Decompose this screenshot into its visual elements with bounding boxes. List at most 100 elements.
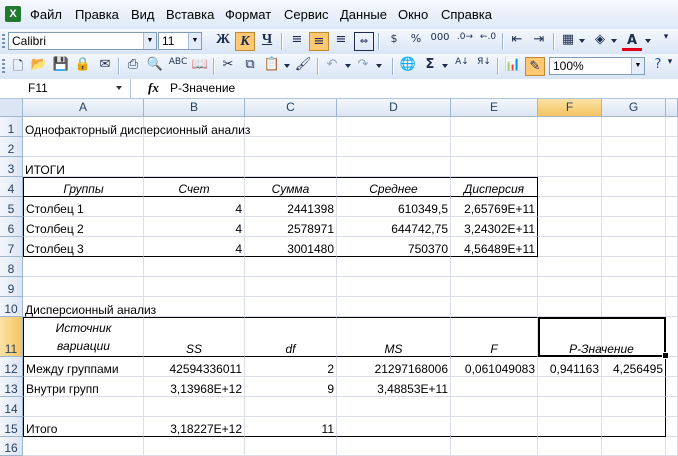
formula-input[interactable]: P-Значение bbox=[170, 81, 235, 95]
cell-d7[interactable]: 750370 bbox=[337, 237, 451, 257]
cell-g12[interactable]: 4,256495 bbox=[602, 357, 666, 377]
row-header-3[interactable]: 3 bbox=[0, 157, 23, 177]
open-icon[interactable]: 📂 bbox=[29, 57, 49, 76]
menu-help[interactable]: Справка bbox=[441, 7, 492, 22]
sort-descending-icon[interactable]: Я↓ bbox=[474, 57, 494, 76]
row-header-4[interactable]: 4 bbox=[0, 177, 23, 197]
cell-a1[interactable]: Однофакторный дисперсионный анализ bbox=[23, 117, 250, 137]
cell-b14[interactable] bbox=[144, 397, 245, 417]
cell-f13[interactable] bbox=[538, 377, 602, 397]
cell-f11-active[interactable]: P-Значение bbox=[538, 317, 666, 357]
menu-insert[interactable]: Вставка bbox=[166, 7, 214, 22]
chevron-down-icon[interactable] bbox=[376, 64, 382, 68]
cell-e7[interactable]: 4,56489E+11 bbox=[451, 237, 538, 257]
menu-window[interactable]: Окно bbox=[398, 7, 428, 22]
font-size-select[interactable]: 11 ▼ bbox=[158, 32, 202, 50]
menu-edit[interactable]: Правка bbox=[75, 7, 119, 22]
align-right-icon[interactable]: ≡ bbox=[331, 32, 351, 51]
cell-e13[interactable] bbox=[451, 377, 538, 397]
decrease-indent-icon[interactable]: ⇤ bbox=[507, 32, 527, 51]
chart-icon[interactable]: 📊 bbox=[503, 57, 523, 76]
cell-a7[interactable]: Столбец 3 bbox=[23, 237, 144, 257]
cell-a15[interactable]: Итого bbox=[23, 417, 144, 437]
paste-icon[interactable]: 📋 bbox=[262, 57, 282, 76]
chevron-down-icon[interactable]: ▼ bbox=[631, 58, 644, 74]
cell-c4[interactable]: Сумма bbox=[245, 177, 337, 197]
cell-b6[interactable]: 4 bbox=[144, 217, 245, 237]
new-icon[interactable]: 🗋 bbox=[8, 57, 28, 76]
cell-a13[interactable]: Внутри групп bbox=[23, 377, 144, 397]
chevron-down-icon[interactable] bbox=[442, 64, 448, 68]
row-header-15[interactable]: 15 bbox=[0, 417, 23, 437]
font-name-select[interactable]: Calibri ▼ bbox=[8, 32, 157, 50]
cell-e11[interactable]: F bbox=[451, 317, 538, 357]
chevron-down-icon[interactable] bbox=[611, 39, 617, 43]
italic-button[interactable]: К bbox=[235, 32, 255, 51]
row-header-8[interactable]: 8 bbox=[0, 257, 23, 277]
cell-b12[interactable]: 42594336011 bbox=[144, 357, 245, 377]
menu-tools[interactable]: Сервис bbox=[284, 7, 329, 22]
percent-button[interactable]: % bbox=[406, 32, 426, 51]
spelling-icon[interactable]: ABC bbox=[168, 57, 188, 76]
cell-b11[interactable]: SS bbox=[144, 317, 245, 357]
cell-e5[interactable]: 2,65769E+11 bbox=[451, 197, 538, 217]
toolbar-options-icon[interactable]: ▾ bbox=[656, 32, 676, 51]
cell-a3[interactable]: ИТОГИ bbox=[23, 157, 144, 177]
cell-f15[interactable] bbox=[538, 417, 602, 437]
cell-d4[interactable]: Среднее bbox=[337, 177, 451, 197]
cell-c12[interactable]: 2 bbox=[245, 357, 337, 377]
cell-c15[interactable]: 11 bbox=[245, 417, 337, 437]
row-header-6[interactable]: 6 bbox=[0, 217, 23, 237]
row-header-11[interactable]: 11 bbox=[0, 317, 23, 357]
column-header-b[interactable]: B bbox=[144, 99, 245, 117]
app-excel-icon[interactable]: X bbox=[5, 6, 21, 22]
cell-d15[interactable] bbox=[337, 417, 451, 437]
column-header-g[interactable]: G bbox=[602, 99, 666, 117]
cell-e4[interactable]: Дисперсия bbox=[451, 177, 538, 197]
drawing-icon[interactable]: ✎ bbox=[525, 57, 545, 76]
format-painter-icon[interactable]: 🖌 bbox=[293, 57, 313, 76]
cell-e14[interactable] bbox=[451, 397, 538, 417]
increase-indent-icon[interactable]: ⇥ bbox=[529, 32, 549, 51]
cell-a4[interactable]: Группы bbox=[23, 177, 144, 197]
cell-c6[interactable]: 2578971 bbox=[245, 217, 337, 237]
row-header-1[interactable]: 1 bbox=[0, 117, 23, 137]
chevron-down-icon[interactable] bbox=[345, 64, 351, 68]
cell-a10[interactable]: Дисперсионный анализ bbox=[23, 297, 156, 317]
worksheet-grid[interactable]: A B C D E F G 1 2 3 4 5 6 7 8 9 10 11 12… bbox=[0, 99, 678, 456]
cell-a6[interactable]: Столбец 2 bbox=[23, 217, 144, 237]
row-header-7[interactable]: 7 bbox=[0, 237, 23, 257]
row-header-5[interactable]: 5 bbox=[0, 197, 23, 217]
cell-d5[interactable]: 610349,5 bbox=[337, 197, 451, 217]
borders-icon[interactable]: ▦ bbox=[558, 32, 578, 51]
permission-icon[interactable]: 🔒 bbox=[73, 57, 93, 76]
column-header-c[interactable]: C bbox=[245, 99, 337, 117]
row-header-13[interactable]: 13 bbox=[0, 377, 23, 397]
thousands-button[interactable]: 000 bbox=[428, 32, 452, 51]
name-box[interactable]: F11 bbox=[0, 79, 131, 98]
research-icon[interactable]: 📖 bbox=[190, 57, 210, 76]
menu-file[interactable]: Файл bbox=[30, 7, 62, 22]
cell-b7[interactable]: 4 bbox=[144, 237, 245, 257]
toolbar-grip[interactable] bbox=[2, 59, 5, 74]
print-preview-icon[interactable]: 🔍 bbox=[145, 57, 165, 76]
autosum-button[interactable]: Σ bbox=[420, 57, 440, 76]
cell-e12[interactable]: 0,061049083 bbox=[451, 357, 538, 377]
cell-c13[interactable]: 9 bbox=[245, 377, 337, 397]
cell-c14[interactable] bbox=[245, 397, 337, 417]
cell-a12[interactable]: Между группами bbox=[23, 357, 144, 377]
cell-f12[interactable]: 0,941163 bbox=[538, 357, 602, 377]
cut-icon[interactable]: ✂ bbox=[218, 57, 238, 76]
row-header-10[interactable]: 10 bbox=[0, 297, 23, 317]
copy-icon[interactable]: ⧉ bbox=[240, 57, 260, 76]
zoom-select[interactable]: 100% ▼ bbox=[549, 57, 645, 75]
cell-e15[interactable] bbox=[451, 417, 538, 437]
cell-g15[interactable] bbox=[602, 417, 666, 437]
underline-button[interactable]: Ч bbox=[257, 32, 277, 51]
redo-icon[interactable]: ↷ bbox=[353, 57, 373, 76]
cell-a14[interactable] bbox=[23, 397, 144, 417]
cell-b15[interactable]: 3,18227E+12 bbox=[144, 417, 245, 437]
cell-b13[interactable]: 3,13968E+12 bbox=[144, 377, 245, 397]
bold-button[interactable]: Ж bbox=[213, 32, 233, 51]
merge-center-icon[interactable]: ⇔ bbox=[354, 32, 374, 51]
